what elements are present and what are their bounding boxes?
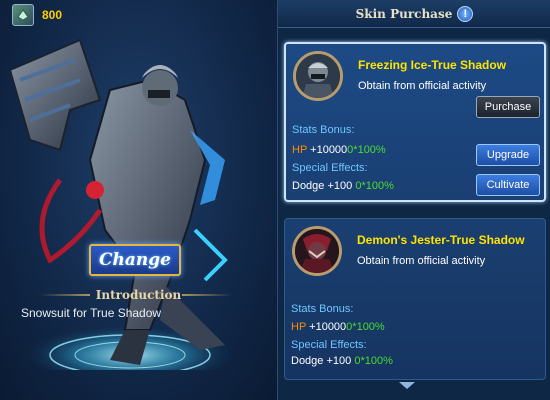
info-icon[interactable]: ! — [457, 5, 474, 22]
stat-multiplier: 0*100% — [346, 321, 385, 333]
panel-header: Skin Purchase ! — [278, 0, 550, 28]
skin-portrait-icon — [295, 229, 339, 273]
skin-avatar — [292, 226, 342, 276]
skin-source: Obtain from official activity — [358, 80, 487, 92]
introduction-text: Snowsuit for True Shadow — [21, 306, 162, 320]
gem-icon — [12, 4, 34, 26]
skin-name: Demon's Jester-True Shadow — [357, 233, 525, 247]
special-effects-label: Special Effects: — [292, 162, 368, 174]
purchase-button[interactable]: Purchase — [476, 96, 540, 118]
skin-purchase-panel: Skin Purchase ! Freezing Ice-True Shadow… — [277, 0, 550, 400]
currency-amount: 800 — [42, 8, 63, 22]
stat-value: +10000 — [310, 144, 348, 156]
stats-bonus-label: Stats Bonus: — [292, 124, 355, 136]
panel-title: Skin Purchase — [355, 6, 453, 21]
stat-hp-line: HP +100000*100% — [291, 321, 385, 333]
skin-card[interactable]: Demon's Jester-True Shadow Obtain from o… — [284, 218, 546, 380]
change-button-label: Change — [99, 250, 171, 270]
stat-hp-line: HP +100000*100% — [292, 144, 386, 156]
effect-dodge-line: Dodge +100 0*100% — [291, 355, 393, 367]
introduction-title: Introduction — [95, 288, 182, 302]
effect-value: +100 — [327, 180, 353, 192]
skin-card-selected[interactable]: Freezing Ice-True Shadow Obtain from off… — [284, 42, 546, 202]
special-effects-label: Special Effects: — [291, 339, 367, 351]
skin-portrait-icon — [296, 54, 340, 98]
effect-multiplier: 0*100% — [354, 355, 393, 367]
effect-value: +100 — [326, 355, 352, 367]
scroll-down-arrow-icon[interactable] — [399, 382, 415, 389]
change-button[interactable]: Change — [89, 244, 181, 276]
stats-bonus-label: Stats Bonus: — [291, 303, 354, 315]
effect-multiplier: 0*100% — [355, 180, 394, 192]
stat-value: +10000 — [309, 321, 347, 333]
skin-avatar — [293, 51, 343, 101]
upgrade-button[interactable]: Upgrade — [476, 144, 540, 166]
skin-source: Obtain from official activity — [357, 255, 486, 267]
stat-multiplier: 0*100% — [347, 144, 386, 156]
cultivate-button[interactable]: Cultivate — [476, 174, 540, 196]
effect-key: Dodge — [292, 180, 325, 192]
stat-key: HP — [291, 321, 307, 333]
stat-key: HP — [292, 144, 308, 156]
skin-name: Freezing Ice-True Shadow — [358, 58, 507, 72]
effect-dodge-line: Dodge +100 0*100% — [292, 180, 394, 192]
currency-display: 800 — [12, 4, 62, 26]
character-preview-panel: 800 Change Introduction Snowsuit for Tru… — [0, 0, 277, 400]
effect-key: Dodge — [291, 355, 324, 367]
